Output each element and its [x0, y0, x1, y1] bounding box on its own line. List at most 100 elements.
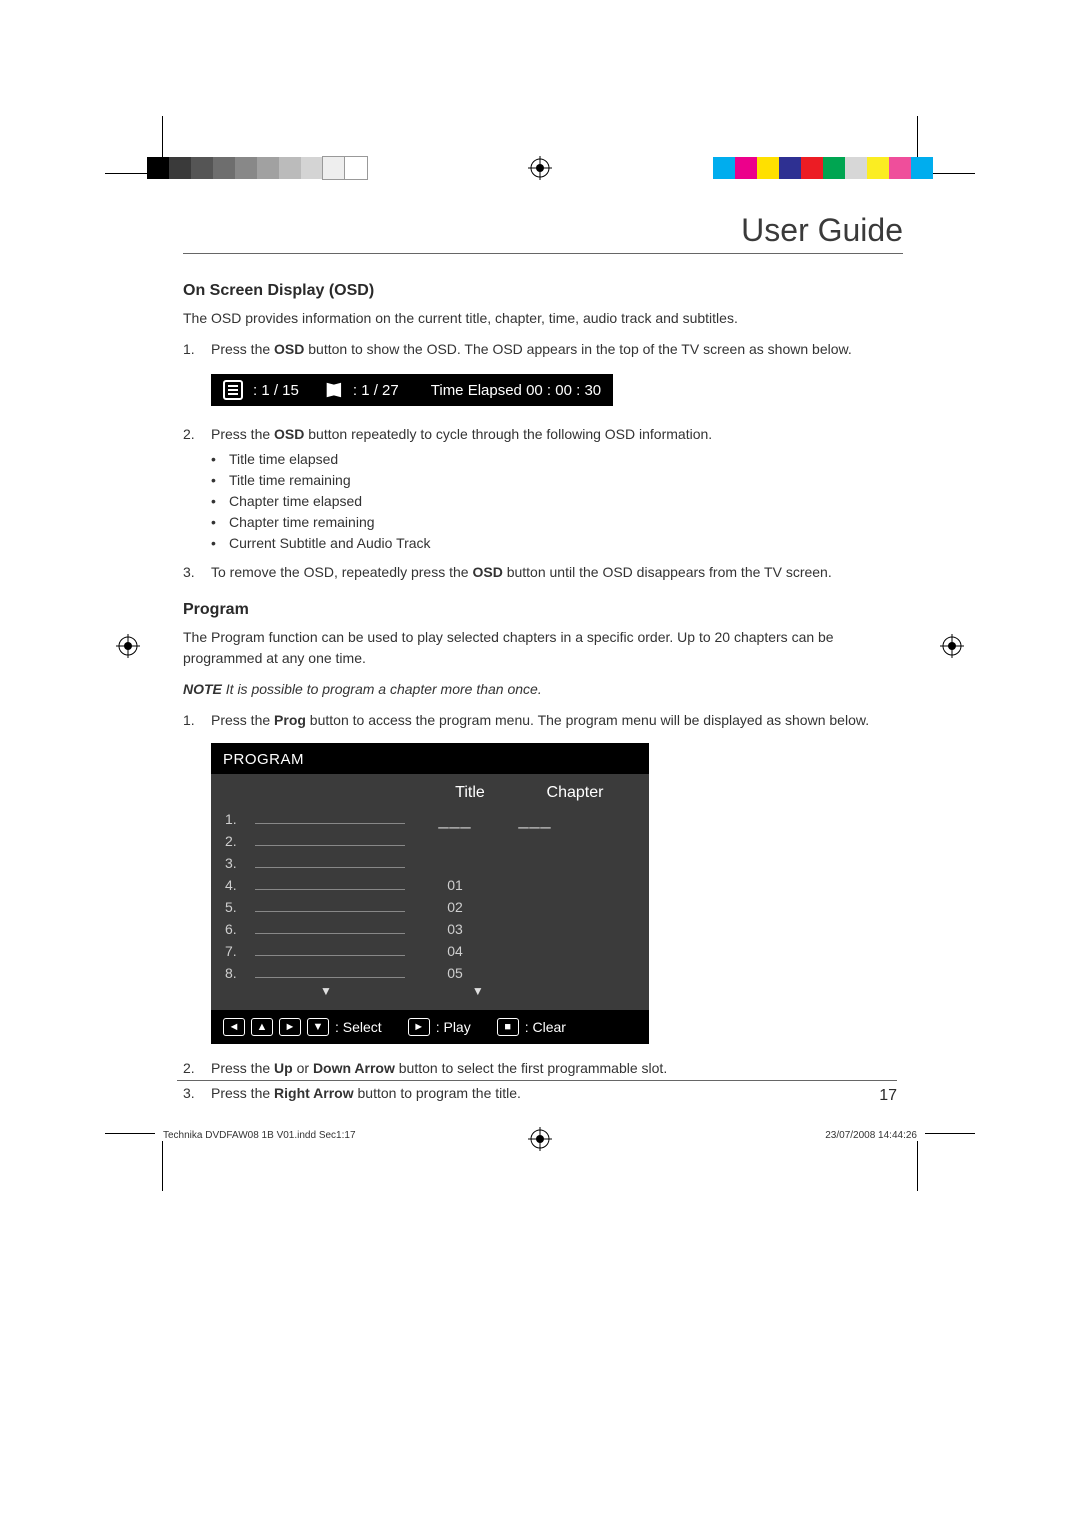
slot-number: 1. [225, 811, 255, 827]
step-text: Press the OSD button to show the OSD. Th… [211, 339, 903, 360]
crop-mark [105, 1133, 155, 1134]
print-timestamp: 23/07/2008 14:44:26 [825, 1130, 917, 1141]
slot-line [255, 933, 405, 934]
registration-mark-icon [116, 634, 140, 658]
slot-number: 3. [225, 855, 255, 871]
swatch [213, 157, 235, 179]
title-cursor: ___ [425, 809, 485, 830]
slot-number: 2. [225, 833, 255, 849]
swatch [235, 157, 257, 179]
section-heading-osd: On Screen Display (OSD) [183, 282, 903, 300]
up-arrow-key-icon: ▲ [251, 1018, 273, 1036]
swatch [911, 157, 933, 179]
swatch [323, 157, 345, 179]
slot-line [255, 845, 405, 846]
right-arrow-key-icon: ► [279, 1018, 301, 1036]
color-bar-left [147, 157, 367, 179]
osd-intro-text: The OSD provides information on the curr… [183, 308, 903, 329]
step-number: 1. [183, 710, 211, 731]
osd-step-2: 2. Press the OSD button repeatedly to cy… [183, 424, 903, 445]
program-screen-body: Title Chapter 1.______2.3.4.015.026.037.… [211, 774, 649, 1010]
column-header-title: Title [425, 784, 515, 802]
left-arrow-key-icon: ◄ [223, 1018, 245, 1036]
slot-line [255, 911, 405, 912]
title-value: 05 [425, 965, 485, 981]
slot-line [255, 889, 405, 890]
section-heading-program: Program [183, 601, 903, 619]
program-slot-row: 4.01 [225, 874, 635, 896]
page-title: User Guide [183, 212, 903, 254]
down-arrow-icon: ▼ [320, 984, 332, 998]
program-slot-row: 1. ___ ___ [225, 808, 635, 830]
osd-title-count: : 1 / 15 [253, 382, 299, 399]
step-number: 2. [183, 1058, 211, 1079]
osd-bullet-item: Title time elapsed [211, 449, 903, 470]
program-note: NOTE It is possible to program a chapter… [183, 679, 903, 700]
print-footer: Technika DVDFAW08 1B V01.indd Sec1:17 23… [163, 1130, 917, 1141]
stop-key-icon: ■ [497, 1018, 519, 1036]
crop-mark [925, 1133, 975, 1134]
step-text: Press the OSD button repeatedly to cycle… [211, 424, 903, 445]
program-slot-row: 8.05 [225, 962, 635, 984]
swatch [279, 157, 301, 179]
step-number: 2. [183, 424, 211, 445]
chapter-cursor: ___ [505, 809, 565, 830]
title-value: 01 [425, 877, 485, 893]
column-header-chapter: Chapter [515, 784, 635, 802]
swatch [757, 157, 779, 179]
slot-line [255, 823, 405, 824]
footer-select-label: : Select [335, 1019, 382, 1035]
title-value: 03 [425, 921, 485, 937]
play-key-icon: ► [408, 1018, 430, 1036]
title-value: 04 [425, 943, 485, 959]
swatch [735, 157, 757, 179]
program-slot-row: 5.02 [225, 896, 635, 918]
slot-number: 4. [225, 877, 255, 893]
program-step-1: 1. Press the Prog button to access the p… [183, 710, 903, 731]
osd-step-3: 3. To remove the OSD, repeatedly press t… [183, 562, 903, 583]
osd-bullet-item: Chapter time remaining [211, 512, 903, 533]
slot-line [255, 867, 405, 868]
down-arrow-icon: ▼ [472, 984, 484, 998]
slot-number: 8. [225, 965, 255, 981]
program-step-2: 2. Press the Up or Down Arrow button to … [183, 1058, 903, 1079]
slot-line [255, 955, 405, 956]
slot-line [255, 977, 405, 978]
swatch [889, 157, 911, 179]
swatch [191, 157, 213, 179]
page-content: User Guide On Screen Display (OSD) The O… [183, 212, 903, 1108]
page-number: 17 [177, 1080, 897, 1105]
swatch [713, 157, 735, 179]
chapter-book-icon [325, 381, 343, 399]
osd-chapter-count: : 1 / 27 [353, 382, 399, 399]
crop-mark [917, 1141, 918, 1191]
print-file-name: Technika DVDFAW08 1B V01.indd Sec1:17 [163, 1130, 356, 1141]
slot-number: 6. [225, 921, 255, 937]
slot-number: 5. [225, 899, 255, 915]
osd-bullet-list: Title time elapsedTitle time remainingCh… [183, 449, 903, 554]
footer-clear-label: : Clear [525, 1019, 566, 1035]
step-text: Press the Up or Down Arrow button to sel… [211, 1058, 903, 1079]
swatch [147, 157, 169, 179]
step-text: To remove the OSD, repeatedly press the … [211, 562, 903, 583]
title-value: 02 [425, 899, 485, 915]
step-number: 3. [183, 562, 211, 583]
swatch [169, 157, 191, 179]
slot-number: 7. [225, 943, 255, 959]
step-number: 1. [183, 339, 211, 360]
osd-display-bar: : 1 / 15 : 1 / 27 Time Elapsed 00 : 00 :… [211, 374, 613, 406]
footer-play-label: : Play [436, 1019, 471, 1035]
swatch [257, 157, 279, 179]
swatch [345, 157, 367, 179]
program-slot-row: 3. [225, 852, 635, 874]
osd-bullet-item: Chapter time elapsed [211, 491, 903, 512]
swatch [801, 157, 823, 179]
down-arrow-key-icon: ▼ [307, 1018, 329, 1036]
osd-time-elapsed: Time Elapsed 00 : 00 : 30 [431, 382, 601, 399]
osd-step-1: 1. Press the OSD button to show the OSD.… [183, 339, 903, 360]
program-screen-title: PROGRAM [211, 743, 649, 774]
swatch [823, 157, 845, 179]
swatch [845, 157, 867, 179]
osd-bullet-item: Current Subtitle and Audio Track [211, 533, 903, 554]
swatch [779, 157, 801, 179]
